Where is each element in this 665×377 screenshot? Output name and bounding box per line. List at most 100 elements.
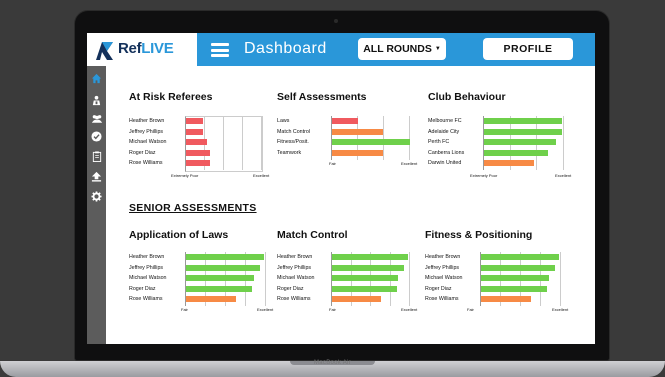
row-label-perth-fc: Perth FC: [428, 139, 450, 145]
axis-max-label: Excellent: [552, 307, 569, 312]
row-label-rose-williams: Rose Williams: [277, 296, 311, 302]
row-label-jeffrey-phillips: Jeffrey Phillips: [129, 128, 164, 135]
device-model-label: MacBook Air: [314, 360, 351, 366]
row-label-canberra-lions: Canberra Lions: [428, 149, 465, 156]
row-label-rose-williams: Rose Williams: [425, 296, 459, 302]
bar-roger-diaz: [481, 285, 548, 292]
bar-darwin-united: [484, 160, 534, 166]
sidebar-item-check[interactable]: [90, 130, 103, 143]
bar-michael-watson: [332, 275, 399, 281]
row-label-heather-brown: Heather Brown: [277, 254, 313, 260]
row-label-teamwork: Teamwork: [277, 149, 302, 156]
axis-min-label: Fair: [329, 161, 336, 166]
logo-live-text: LIVE: [141, 40, 174, 57]
row-label-heather-brown: Heather Brown: [129, 118, 165, 124]
row-label-fitness-posit: Fitness/Posit.: [277, 139, 309, 145]
bar-michael-watson: [186, 139, 207, 145]
bar-heather-brown: [332, 254, 409, 260]
row-label-michael-watson: Michael Watson: [129, 275, 167, 281]
row-label-roger-diaz: Roger Diaz: [425, 285, 452, 292]
gridline: [409, 116, 410, 160]
bar-michael-watson: [481, 275, 549, 281]
row-label-rose-williams: Rose Williams: [129, 296, 163, 302]
logo[interactable]: RefLIVE: [87, 33, 197, 66]
row-label-michael-watson: Michael Watson: [425, 275, 463, 281]
panel-title: Club Behaviour: [428, 91, 506, 103]
gear-icon: [91, 191, 102, 202]
app-screen: RefLIVE Dashboard ALL ROUNDS ▼ PROFILE At…: [87, 33, 595, 344]
gridline: [409, 252, 410, 306]
row-label-melbourne-fc: Melbourne FC: [428, 118, 462, 124]
sidebar: [87, 66, 106, 344]
bar-heather-brown: [186, 118, 203, 124]
all-rounds-dropdown[interactable]: ALL ROUNDS ▼: [358, 38, 446, 60]
bar-rose-williams: [186, 296, 237, 302]
bar-rose-williams: [186, 160, 211, 166]
row-label-match-control: Match Control: [277, 128, 310, 135]
axis-min-label: Fair: [181, 307, 188, 312]
axis-max-label: Excellent: [401, 161, 418, 166]
logo-ref-text: Ref: [118, 40, 142, 57]
sidebar-item-upload[interactable]: [90, 170, 103, 183]
gridline: [261, 116, 262, 170]
top-header: RefLIVE Dashboard ALL ROUNDS ▼ PROFILE: [87, 33, 595, 66]
bar-adelaide-city: [484, 128, 562, 135]
row-label-michael-watson: Michael Watson: [277, 275, 315, 281]
axis-max-label: Excellent: [555, 173, 572, 178]
panel-title: Match Control: [277, 229, 348, 241]
bar-jeffrey-phillips: [186, 128, 203, 135]
caret-down-icon: ▼: [434, 46, 441, 52]
bar-rose-williams: [481, 296, 532, 302]
logo-text: RefLIVE: [118, 40, 174, 57]
row-label-rose-williams: Rose Williams: [129, 160, 163, 166]
row-label-roger-diaz: Roger Diaz: [129, 285, 156, 292]
bar-teamwork: [332, 149, 384, 156]
row-label-darwin-united: Darwin United: [428, 160, 462, 166]
rounds-label: ALL ROUNDS: [363, 43, 432, 55]
row-label-heather-brown: Heather Brown: [129, 254, 165, 260]
axis-max-label: Excellent: [253, 173, 270, 178]
axis-min-label: Extremely Poor: [171, 173, 199, 178]
bar-jeffrey-phillips: [332, 264, 404, 271]
sidebar-item-referee[interactable]: [90, 94, 103, 107]
bar-melbourne-fc: [484, 118, 562, 124]
bar-laws: [332, 118, 358, 124]
panel-title: Fitness & Positioning: [425, 229, 533, 241]
panel-title: At Risk Referees: [129, 91, 213, 103]
bar-roger-diaz: [186, 285, 253, 292]
row-label-jeffrey-phillips: Jeffrey Phillips: [277, 264, 312, 271]
row-label-roger-diaz: Roger Diaz: [277, 285, 304, 292]
axis-min-label: Fair: [329, 307, 336, 312]
hamburger-menu-icon[interactable]: [211, 43, 229, 57]
bar-heather-brown: [481, 254, 560, 260]
sidebar-item-home[interactable]: [90, 72, 103, 85]
referee-icon: [92, 95, 101, 106]
bar-roger-diaz: [332, 285, 397, 292]
bar-roger-diaz: [186, 149, 211, 156]
profile-button[interactable]: PROFILE: [483, 38, 573, 60]
gridline: [563, 116, 564, 170]
clipboard-icon: [92, 151, 101, 162]
row-label-roger-diaz: Roger Diaz: [129, 149, 156, 156]
axis-min-label: Extremely Poor: [470, 173, 498, 178]
sidebar-item-clipboard[interactable]: [90, 150, 103, 163]
axis-min-label: Fair: [467, 307, 474, 312]
bar-perth-fc: [484, 139, 556, 145]
gridline: [223, 116, 224, 170]
sidebar-item-users[interactable]: [90, 112, 103, 125]
senior-assessments-heading: SENIOR ASSESSMENTS: [129, 202, 257, 214]
row-label-heather-brown: Heather Brown: [425, 254, 461, 260]
row-label-laws: Laws: [277, 118, 290, 124]
bar-jeffrey-phillips: [186, 264, 260, 271]
sidebar-item-settings[interactable]: [90, 190, 103, 203]
row-label-jeffrey-phillips: Jeffrey Phillips: [129, 264, 164, 271]
bar-canberra-lions: [484, 149, 548, 156]
axis-max-label: Excellent: [401, 307, 418, 312]
bar-fitness-posit: [332, 139, 410, 145]
gridline: [242, 116, 243, 170]
page-title: Dashboard: [244, 40, 327, 57]
upload-icon: [91, 171, 102, 182]
camera-dot: [334, 19, 338, 23]
bar-jeffrey-phillips: [481, 264, 555, 271]
row-label-adelaide-city: Adelaide City: [428, 128, 460, 135]
